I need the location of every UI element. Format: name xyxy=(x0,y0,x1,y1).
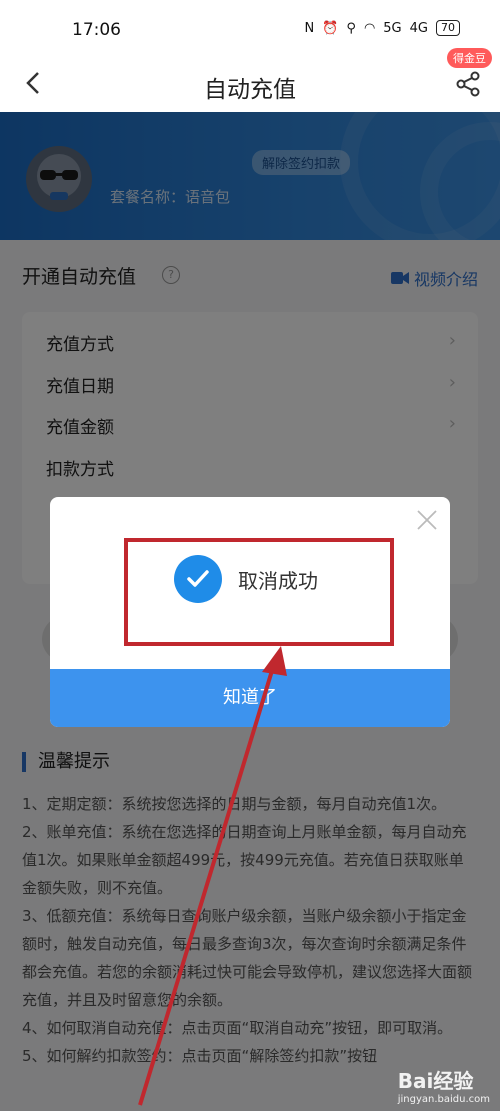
annotation-highlight-box xyxy=(124,538,394,646)
share-icon[interactable] xyxy=(454,70,482,98)
location-icon: ⚲ xyxy=(346,20,356,36)
nfc-icon: N xyxy=(304,20,315,36)
page-title: 自动充值 xyxy=(204,77,296,103)
watermark: Bai经验 jingyan.baidu.com xyxy=(398,1065,490,1105)
alarm-icon: ⏰ xyxy=(322,20,339,36)
status-time: 17:06 xyxy=(72,20,121,40)
ok-button[interactable]: 知道了 xyxy=(50,669,450,727)
wifi-icon: ◠ xyxy=(363,20,376,36)
nav-bar: 自动充值 得金豆 xyxy=(0,48,500,112)
close-icon[interactable] xyxy=(416,509,438,531)
watermark-url: jingyan.baidu.com xyxy=(397,1094,490,1105)
battery-indicator: 70 xyxy=(436,20,460,36)
gold-bean-badge[interactable]: 得金豆 xyxy=(447,48,492,68)
network-4g: 4G xyxy=(409,20,428,36)
status-icons: N ⏰ ⚲ ◠ 5G 4G 70 xyxy=(304,20,460,36)
status-bar: 17:06 N ⏰ ⚲ ◠ 5G 4G 70 xyxy=(0,0,500,58)
network-5g: 5G xyxy=(383,20,402,36)
watermark-brand: Bai经验 xyxy=(397,1069,474,1093)
